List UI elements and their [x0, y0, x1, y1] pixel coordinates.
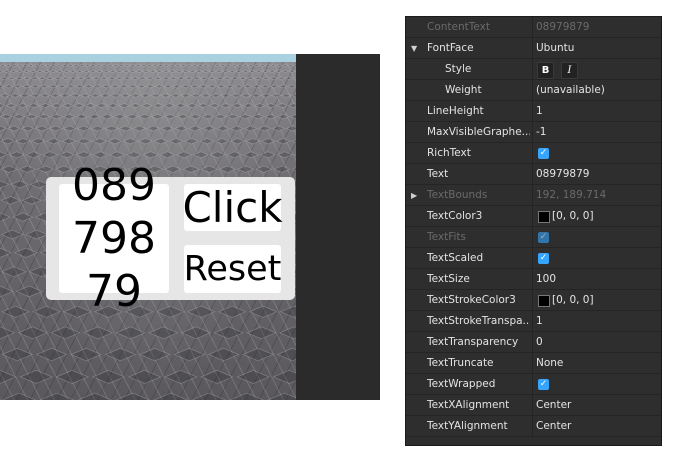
property-name: TextTransparency: [427, 336, 519, 348]
gui-frame: 08979879 Click Reset: [46, 160, 295, 317]
property-value[interactable]: [0, 0, 0]: [552, 290, 661, 311]
property-name: Text: [427, 168, 449, 180]
color-swatch[interactable]: [538, 211, 550, 223]
property-value[interactable]: 1: [536, 311, 658, 332]
property-name: MaxVisibleGraphe...: [427, 126, 530, 138]
property-row-text-color3[interactable]: TextColor3 [0, 0, 0]: [406, 206, 661, 227]
property-row-line-height[interactable]: LineHeight 1: [406, 101, 661, 122]
column-divider: [532, 332, 533, 353]
bold-toggle-button[interactable]: B: [537, 62, 554, 79]
property-value: 08979879: [536, 21, 590, 33]
column-divider: [532, 311, 533, 332]
property-row-rich-text[interactable]: RichText ✓: [406, 143, 661, 164]
property-name: TextSize: [427, 273, 470, 285]
property-name: TextTruncate: [427, 357, 494, 369]
column-divider: [532, 416, 533, 437]
column-divider: [532, 101, 533, 122]
property-value[interactable]: Center: [536, 416, 658, 437]
property-row-text-transparency[interactable]: TextTransparency 0: [406, 332, 661, 353]
property-value[interactable]: 08979879: [536, 164, 658, 185]
property-name: TextBounds: [427, 189, 488, 201]
property-value[interactable]: -1: [536, 122, 658, 143]
column-divider: [532, 206, 533, 227]
reset-button[interactable]: Reset: [184, 245, 281, 293]
column-divider: [532, 122, 533, 143]
sky: [0, 54, 300, 62]
property-row-font-face[interactable]: ▼ FontFace Ubuntu: [406, 38, 661, 59]
column-divider: [532, 185, 533, 206]
viewport-side-panel: [296, 54, 380, 400]
column-divider: [532, 353, 533, 374]
property-row-text-scaled[interactable]: TextScaled ✓: [406, 248, 661, 269]
property-value: 192, 189.714: [536, 189, 607, 201]
property-name: RichText: [427, 147, 471, 159]
property-name: TextScaled: [427, 252, 484, 264]
property-name: LineHeight: [427, 105, 484, 117]
column-divider: [532, 290, 533, 311]
property-name: TextWrapped: [427, 378, 496, 390]
property-value[interactable]: Ubuntu: [536, 38, 658, 59]
property-row-text-bounds[interactable]: ▶ TextBounds 192, 189.714: [406, 185, 661, 206]
property-checkbox[interactable]: ✓: [538, 253, 549, 264]
property-name: TextFits: [427, 231, 467, 243]
property-row-text-xalignment[interactable]: TextXAlignment Center: [406, 395, 661, 416]
property-row-text[interactable]: Text 08979879: [406, 164, 661, 185]
number-display-text: 08979879: [72, 160, 156, 317]
number-display: 08979879: [59, 160, 169, 317]
property-checkbox[interactable]: ✓: [538, 148, 549, 159]
property-checkbox[interactable]: ✓: [538, 379, 549, 390]
column-divider: [532, 227, 533, 248]
property-row-weight[interactable]: Weight (unavailable): [406, 80, 661, 101]
column-divider: [532, 374, 533, 395]
column-divider: [532, 17, 533, 38]
column-divider: [532, 59, 533, 80]
column-divider: [532, 80, 533, 101]
click-button[interactable]: Click: [182, 183, 282, 232]
color-swatch[interactable]: [538, 295, 550, 307]
property-name: FontFace: [427, 42, 474, 54]
property-row-text-stroke-color3[interactable]: TextStrokeColor3 [0, 0, 0]: [406, 290, 661, 311]
property-row-text-truncate[interactable]: TextTruncate None: [406, 353, 661, 374]
property-row-content-text[interactable]: ContentText 08979879: [406, 17, 661, 38]
property-value[interactable]: [0, 0, 0]: [552, 206, 661, 227]
properties-panel: ContentText 08979879 ▼ FontFace Ubuntu Style B…: [405, 16, 662, 446]
property-value[interactable]: 1: [536, 101, 658, 122]
property-row-text-stroke-transpa[interactable]: TextStrokeTranspa... 1: [406, 311, 661, 332]
column-divider: [532, 143, 533, 164]
property-row-text-size[interactable]: TextSize 100: [406, 269, 661, 290]
property-value[interactable]: (unavailable): [536, 80, 658, 101]
property-name: TextStrokeColor3: [427, 294, 516, 306]
property-name: TextYAlignment: [427, 420, 508, 432]
property-value[interactable]: 0: [536, 332, 658, 353]
column-divider: [532, 395, 533, 416]
property-row-max-visible-graphe[interactable]: MaxVisibleGraphe... -1: [406, 122, 661, 143]
property-row-style[interactable]: Style B I: [406, 59, 661, 80]
italic-toggle-button[interactable]: I: [561, 62, 578, 79]
game-viewport[interactable]: 08979879 Click Reset: [0, 54, 380, 400]
column-divider: [532, 269, 533, 290]
expand-right-icon[interactable]: ▶: [411, 185, 417, 206]
property-row-text-wrapped[interactable]: TextWrapped ✓: [406, 374, 661, 395]
property-row-text-fits[interactable]: TextFits ✓: [406, 227, 661, 248]
property-name: TextColor3: [427, 210, 483, 222]
property-row-text-yalignment[interactable]: TextYAlignment Center: [406, 416, 661, 437]
column-divider: [532, 38, 533, 59]
property-value[interactable]: 100: [536, 269, 658, 290]
property-name: TextXAlignment: [427, 399, 510, 411]
property-value[interactable]: Center: [536, 395, 658, 416]
property-name: TextStrokeTranspa...: [427, 315, 530, 327]
column-divider: [532, 248, 533, 269]
property-checkbox: ✓: [538, 232, 549, 243]
expand-down-icon[interactable]: ▼: [411, 38, 417, 59]
column-divider: [532, 164, 533, 185]
property-value[interactable]: None: [536, 353, 658, 374]
property-name: ContentText: [427, 21, 490, 33]
